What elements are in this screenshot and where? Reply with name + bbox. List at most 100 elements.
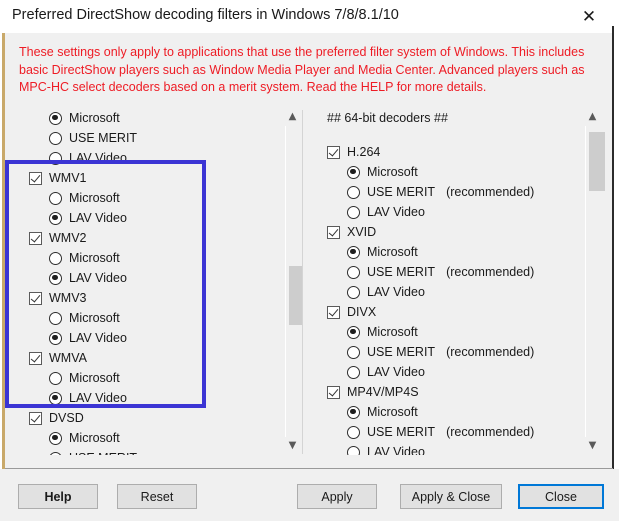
checkbox-divx[interactable] (327, 305, 340, 319)
window-border-right-fill (614, 0, 619, 521)
option-label: Microsoft (69, 371, 120, 385)
checkbox-h-264[interactable] (327, 145, 340, 159)
apply-button[interactable]: Apply (297, 484, 377, 509)
left-codec-wmva[interactable]: WMVA (5, 348, 283, 368)
apply-close-button[interactable]: Apply & Close (400, 484, 502, 509)
radio-use-merit[interactable] (49, 131, 62, 145)
chevron-up-icon[interactable]: ▲ (583, 108, 602, 126)
radio-microsoft[interactable] (49, 431, 62, 445)
left-scrollbar-track[interactable] (285, 126, 302, 437)
left-option-use-merit-1[interactable]: USE MERIT (5, 128, 283, 148)
radio-microsoft[interactable] (347, 405, 360, 419)
radio-microsoft[interactable] (49, 371, 62, 385)
right-option-use-merit-16[interactable]: USE MERIT (recommended) (303, 422, 583, 442)
right-option-lav-video-9[interactable]: LAV Video (303, 282, 583, 302)
reset-button[interactable]: Reset (117, 484, 197, 509)
left-option-microsoft-16[interactable]: Microsoft (5, 428, 283, 448)
radio-microsoft[interactable] (49, 251, 62, 265)
left-option-microsoft-4[interactable]: Microsoft (5, 188, 283, 208)
radio-lav-video[interactable] (347, 205, 360, 219)
left-scrollbar[interactable]: ▲ ▼ (283, 108, 302, 455)
left-decoder-list[interactable]: Microsoft USE MERIT LAV Video WMV1 Microsoft… (5, 108, 283, 455)
left-option-lav-video-11[interactable]: LAV Video (5, 328, 283, 348)
right-codec-h-264[interactable]: H.264 (303, 142, 583, 162)
left-option-microsoft-13[interactable]: Microsoft (5, 368, 283, 388)
radio-use-merit[interactable] (49, 451, 62, 455)
left-codec-wmv3[interactable]: WMV3 (5, 288, 283, 308)
title-bar: Preferred DirectShow decoding filters in… (0, 0, 619, 33)
checkbox-wmv1[interactable] (29, 171, 42, 185)
radio-microsoft[interactable] (347, 325, 360, 339)
right-option-microsoft-11[interactable]: Microsoft (303, 322, 583, 342)
decoder-list-heading: ## 64-bit decoders ## (303, 108, 583, 128)
chevron-up-icon[interactable]: ▲ (283, 108, 302, 126)
radio-lav-video[interactable] (49, 331, 62, 345)
checkbox-wmv3[interactable] (29, 291, 42, 305)
right-scrollbar-track[interactable] (585, 126, 605, 437)
right-codec-mp4v-mp4s[interactable]: MP4V/MP4S (303, 382, 583, 402)
chevron-down-icon[interactable]: ▼ (283, 437, 302, 455)
checkbox-wmva[interactable] (29, 351, 42, 365)
right-codec-divx[interactable]: DIVX (303, 302, 583, 322)
radio-lav-video[interactable] (347, 445, 360, 455)
right-option-lav-video-17[interactable]: LAV Video (303, 442, 583, 455)
option-label: WMVA (49, 351, 87, 365)
left-codec-dvsd[interactable]: DVSD (5, 408, 283, 428)
help-button[interactable]: Help (18, 484, 98, 509)
close-button[interactable]: Close (518, 484, 604, 509)
radio-microsoft[interactable] (347, 245, 360, 259)
right-option-use-merit-12[interactable]: USE MERIT (recommended) (303, 342, 583, 362)
radio-use-merit[interactable] (347, 185, 360, 199)
right-scrollbar[interactable]: ▲ ▼ (583, 108, 605, 455)
radio-lav-video[interactable] (49, 151, 62, 165)
left-option-lav-video-2[interactable]: LAV Video (5, 148, 283, 168)
close-x-icon[interactable]: ✕ (567, 0, 611, 33)
left-scrollbar-thumb[interactable] (289, 266, 302, 325)
decoder-list-heading-label: ## 64-bit decoders ## (327, 111, 448, 125)
left-option-lav-video-5[interactable]: LAV Video (5, 208, 283, 228)
right-codec-xvid[interactable]: XVID (303, 222, 583, 242)
recommended-note: (recommended) (446, 185, 535, 199)
radio-lav-video[interactable] (49, 211, 62, 225)
radio-lav-video[interactable] (49, 271, 62, 285)
radio-use-merit[interactable] (347, 425, 360, 439)
right-option-microsoft-15[interactable]: Microsoft (303, 402, 583, 422)
checkbox-dvsd[interactable] (29, 411, 42, 425)
left-codec-wmv1[interactable]: WMV1 (5, 168, 283, 188)
radio-microsoft[interactable] (347, 165, 360, 179)
radio-microsoft[interactable] (49, 311, 62, 325)
checkbox-mp4v-mp4s[interactable] (327, 385, 340, 399)
right-option-lav-video-13[interactable]: LAV Video (303, 362, 583, 382)
option-label: LAV Video (69, 331, 127, 345)
left-option-lav-video-8[interactable]: LAV Video (5, 268, 283, 288)
left-option-microsoft-7[interactable]: Microsoft (5, 248, 283, 268)
right-option-lav-video-5[interactable]: LAV Video (303, 202, 583, 222)
radio-use-merit[interactable] (347, 265, 360, 279)
left-option-microsoft-10[interactable]: Microsoft (5, 308, 283, 328)
left-codec-wmv2[interactable]: WMV2 (5, 228, 283, 248)
right-decoder-list[interactable]: ## 64-bit decoders ## H.264 Microsoft USE M… (303, 108, 583, 455)
left-option-use-merit-17[interactable]: USE MERIT (5, 448, 283, 455)
option-label: USE MERIT (367, 265, 436, 279)
radio-lav-video[interactable] (347, 365, 360, 379)
right-scrollbar-thumb[interactable] (589, 132, 605, 191)
option-label: Microsoft (69, 191, 120, 205)
chevron-down-icon[interactable]: ▼ (583, 437, 602, 455)
radio-lav-video[interactable] (347, 285, 360, 299)
option-label: Microsoft (367, 325, 418, 339)
radio-use-merit[interactable] (347, 345, 360, 359)
window-title: Preferred DirectShow decoding filters in… (12, 7, 399, 23)
right-option-use-merit-4[interactable]: USE MERIT (recommended) (303, 182, 583, 202)
recommended-note: (recommended) (446, 425, 535, 439)
radio-lav-video[interactable] (49, 391, 62, 405)
checkbox-wmv2[interactable] (29, 231, 42, 245)
radio-microsoft[interactable] (49, 111, 62, 125)
right-option-use-merit-8[interactable]: USE MERIT (recommended) (303, 262, 583, 282)
option-label: LAV Video (367, 365, 425, 379)
right-option-microsoft-3[interactable]: Microsoft (303, 162, 583, 182)
left-option-microsoft-0[interactable]: Microsoft (5, 108, 283, 128)
left-option-lav-video-14[interactable]: LAV Video (5, 388, 283, 408)
radio-microsoft[interactable] (49, 191, 62, 205)
right-option-microsoft-7[interactable]: Microsoft (303, 242, 583, 262)
checkbox-xvid[interactable] (327, 225, 340, 239)
